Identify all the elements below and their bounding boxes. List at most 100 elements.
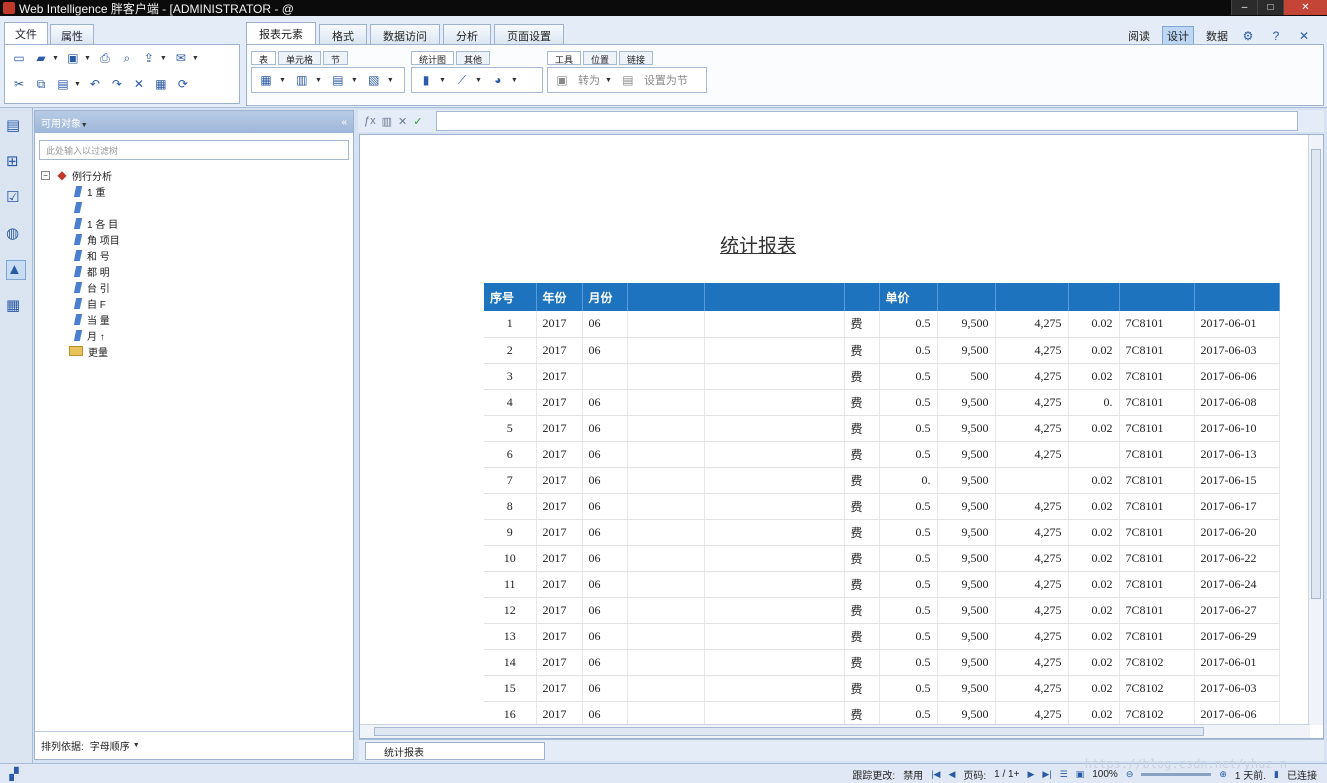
formula-input[interactable] — [436, 111, 1298, 131]
table-cell[interactable]: 3 — [484, 363, 537, 390]
table-cell[interactable]: 0.02 — [1068, 519, 1120, 546]
last-page-icon[interactable]: ▶| — [1042, 769, 1051, 780]
table-cell[interactable]: 0.02 — [1068, 649, 1120, 676]
table-cell[interactable]: 2017 — [536, 493, 583, 520]
table-cell[interactable]: 0. — [879, 467, 938, 494]
table-cell[interactable] — [704, 311, 845, 338]
table-cell[interactable] — [704, 441, 845, 468]
table-cell[interactable]: 4,275 — [995, 415, 1069, 442]
subtab-link[interactable]: 链接 — [619, 51, 654, 65]
tree-item[interactable]: 1 各 目 — [41, 215, 353, 231]
table-cell[interactable] — [582, 363, 628, 390]
table-cell[interactable]: 7C8101 — [1119, 441, 1195, 468]
table-cell[interactable]: 4,275 — [995, 337, 1069, 364]
turn-into-button[interactable]: 转为 — [578, 72, 600, 88]
table-cell[interactable]: 2 — [484, 337, 537, 364]
refresh-icon[interactable]: ⟳ — [175, 76, 191, 92]
subtab-chart[interactable]: 统计图 — [411, 51, 455, 65]
table-cell[interactable] — [704, 649, 845, 676]
validate-formula-icon[interactable]: ✓ — [413, 115, 422, 128]
table-cell[interactable]: 0.5 — [879, 571, 938, 598]
table-cell[interactable]: 9,500 — [937, 649, 996, 676]
table-row[interactable]: 15 2017 06 费 0.5 9,500 4,275 0.02 7C8102 2017-06-… — [484, 675, 1280, 702]
column-header[interactable] — [937, 283, 996, 311]
column-header[interactable]: 年份 — [536, 283, 583, 311]
cancel-formula-icon[interactable]: ✕ — [398, 115, 407, 128]
tree-item[interactable]: 当 量 — [41, 311, 353, 327]
table-cell[interactable]: 06 — [582, 337, 628, 364]
column-header[interactable]: 序号 — [484, 283, 537, 311]
column-header[interactable] — [1119, 283, 1195, 311]
table-cell[interactable] — [704, 519, 845, 546]
table-cell[interactable]: 7C8101 — [1119, 467, 1195, 494]
help-icon[interactable]: ? — [1268, 28, 1284, 44]
export-icon[interactable]: ⇪ — [141, 50, 157, 66]
available-objects-icon[interactable]: ▲ — [6, 260, 26, 280]
table-cell[interactable]: 费 — [844, 337, 880, 364]
table-icon[interactable]: ▦ — [258, 72, 274, 88]
table-cell[interactable]: 0.02 — [1068, 311, 1120, 338]
table-cell[interactable]: 0.5 — [879, 389, 938, 416]
table-cell[interactable]: 2017-06-29 — [1194, 623, 1280, 650]
table-cell[interactable]: 14 — [484, 649, 537, 676]
table-cell[interactable]: 4,275 — [995, 389, 1069, 416]
collapse-panel-icon[interactable]: « — [341, 117, 347, 128]
vertical-table-icon[interactable]: ▥ — [294, 72, 310, 88]
table-cell[interactable]: 0.02 — [1068, 623, 1120, 650]
bar-chart-icon[interactable]: ▮ — [418, 72, 434, 88]
table-row[interactable]: 2 2017 06 费 0.5 9,500 4,275 0.02 7C8101 2017-06-0… — [484, 337, 1280, 364]
subtab-position[interactable]: 位置 — [583, 51, 618, 65]
document-structure-icon[interactable]: ▦ — [6, 296, 26, 316]
table-cell[interactable]: 0.5 — [879, 493, 938, 520]
table-cell[interactable]: 2017 — [536, 415, 583, 442]
table-cell[interactable]: 9 — [484, 519, 537, 546]
subtab-other[interactable]: 其他 — [456, 51, 491, 65]
formula-editor-icon[interactable]: ƒx — [364, 115, 376, 128]
table-cell[interactable] — [704, 571, 845, 598]
find-icon[interactable]: ⌕ — [119, 50, 135, 66]
first-page-icon[interactable]: |◀ — [931, 769, 940, 780]
collapse-ribbon-icon[interactable]: ✕ — [1296, 28, 1312, 44]
table-cell[interactable]: 0.02 — [1068, 337, 1120, 364]
table-cell[interactable] — [704, 623, 845, 650]
table-cell[interactable]: 2017-06-22 — [1194, 545, 1280, 572]
column-header[interactable] — [844, 283, 880, 311]
table-cell[interactable]: 2017 — [536, 467, 583, 494]
table-cell[interactable]: 0.5 — [879, 311, 938, 338]
table-cell[interactable] — [627, 519, 705, 546]
table-cell[interactable]: 2017-06-06 — [1194, 363, 1280, 390]
table-cell[interactable]: 7C8101 — [1119, 311, 1195, 338]
close-button[interactable]: ✕ — [1283, 0, 1327, 15]
table-cell[interactable]: 费 — [844, 675, 880, 702]
table-cell[interactable]: 2017-06-27 — [1194, 597, 1280, 624]
table-cell[interactable]: 9,500 — [937, 597, 996, 624]
table-cell[interactable]: 4,275 — [995, 363, 1069, 390]
table-cell[interactable]: 0.5 — [879, 623, 938, 650]
report-table[interactable]: 序号 年份 月份 单价 1 2017 06 费 0.5 9,500 4,275 0.02 7C8… — [484, 283, 1280, 728]
subtab-cell[interactable]: 单元格 — [278, 51, 322, 65]
paste-icon[interactable]: ▤ — [55, 76, 71, 92]
table-cell[interactable]: 2017-06-03 — [1194, 675, 1280, 702]
maximize-button[interactable]: □ — [1257, 0, 1283, 15]
table-cell[interactable]: 4,275 — [995, 675, 1069, 702]
table-cell[interactable]: 2017 — [536, 545, 583, 572]
table-cell[interactable]: 2017-06-10 — [1194, 415, 1280, 442]
table-cell[interactable]: 2017-06-13 — [1194, 441, 1280, 468]
table-cell[interactable]: 15 — [484, 675, 537, 702]
scroll-thumb[interactable] — [374, 727, 1204, 736]
tab-page-setup[interactable]: 页面设置 — [494, 24, 564, 44]
set-as-section-button[interactable]: 设置为节 — [644, 72, 688, 88]
tab-format[interactable]: 格式 — [319, 24, 367, 44]
table-cell[interactable]: 9,500 — [937, 493, 996, 520]
table-cell[interactable]: 06 — [582, 519, 628, 546]
column-header[interactable] — [1194, 283, 1280, 311]
table-row[interactable]: 3 2017 费 0.5 500 4,275 0.02 7C8101 2017-06-06 — [484, 363, 1280, 390]
delete-icon[interactable]: ✕ — [131, 76, 147, 92]
structure-icon[interactable]: ▞ — [6, 766, 22, 782]
table-cell[interactable]: 费 — [844, 363, 880, 390]
read-mode-button[interactable]: 阅读 — [1128, 28, 1150, 44]
column-header[interactable] — [704, 283, 845, 311]
subtab-section[interactable]: 节 — [323, 51, 349, 65]
tab-analysis[interactable]: 分析 — [443, 24, 491, 44]
page-value[interactable]: 1 / 1+ — [994, 769, 1019, 780]
